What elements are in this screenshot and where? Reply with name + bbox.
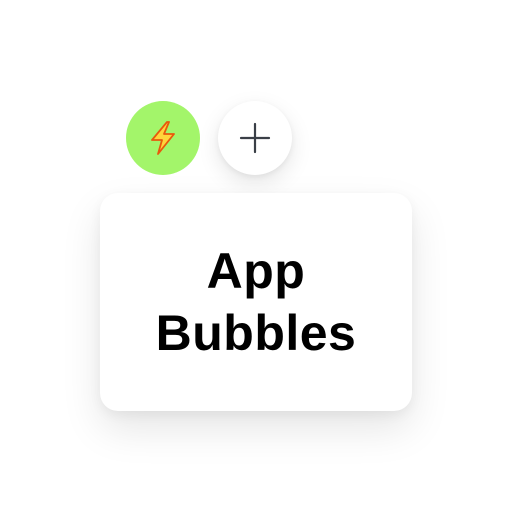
popover-pointer-cover bbox=[150, 193, 178, 207]
popover-title: App Bubbles bbox=[156, 240, 357, 364]
add-bubble-button[interactable] bbox=[218, 101, 292, 175]
app-bubbles-popover: App Bubbles bbox=[100, 193, 412, 411]
plus-icon bbox=[239, 122, 271, 154]
popover-title-line2: Bubbles bbox=[155, 305, 357, 361]
lightning-bubble[interactable] bbox=[126, 101, 200, 175]
lightning-icon bbox=[151, 121, 175, 155]
popover-title-line1: App bbox=[206, 243, 306, 299]
app-bubbles-screen: App Bubbles bbox=[0, 0, 512, 512]
